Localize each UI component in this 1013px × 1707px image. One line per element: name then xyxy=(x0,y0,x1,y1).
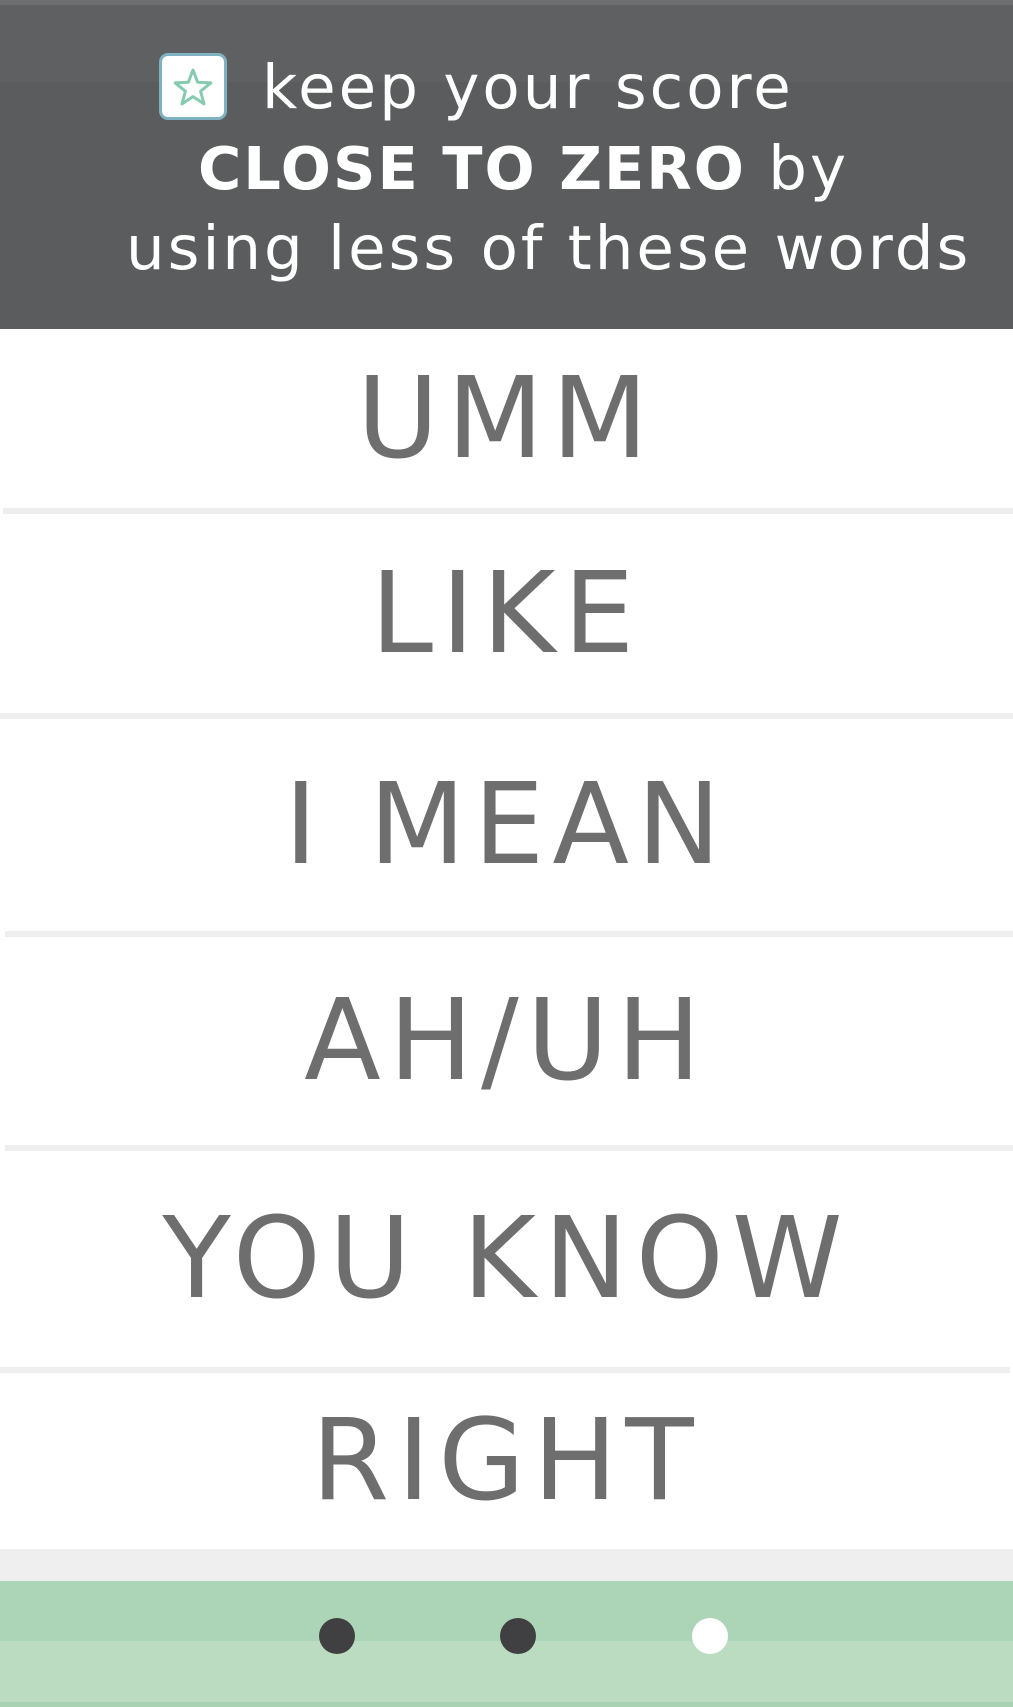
star-icon-graphic xyxy=(173,68,213,105)
header-banner: keep your score CLOSE TO ZERO by using l… xyxy=(0,0,1013,329)
word-item-like[interactable]: LIKE xyxy=(0,514,1013,713)
header-line-3: using less of these words xyxy=(126,213,972,284)
footer-strip xyxy=(0,1702,1013,1707)
star-icon xyxy=(159,53,227,120)
header-line-2-rest: by xyxy=(745,133,850,204)
word-item-right[interactable]: RIGHT xyxy=(0,1373,1013,1549)
word-item-i-mean[interactable]: I MEAN xyxy=(0,719,1013,931)
page-indicator-bar xyxy=(0,1581,1013,1707)
word-item-ah-uh[interactable]: AH/UH xyxy=(0,937,1013,1145)
status-strip xyxy=(0,0,1013,5)
page-dot-3-active[interactable] xyxy=(692,1618,728,1654)
word-item-you-know[interactable]: YOU KNOW xyxy=(0,1151,1013,1367)
header-line-2: CLOSE TO ZERO by xyxy=(198,138,849,199)
list-bottom-gap xyxy=(0,1549,1013,1581)
word-item-umm[interactable]: UMM xyxy=(0,329,1013,508)
filler-word-list: UMM LIKE I MEAN AH/UH YOU KNOW RIGHT xyxy=(0,329,1013,1549)
page-dot-2[interactable] xyxy=(500,1618,536,1654)
page-dot-1[interactable] xyxy=(319,1618,355,1654)
header-emphasis: CLOSE TO ZERO xyxy=(198,134,746,203)
header-line-1: keep your score xyxy=(262,52,794,123)
